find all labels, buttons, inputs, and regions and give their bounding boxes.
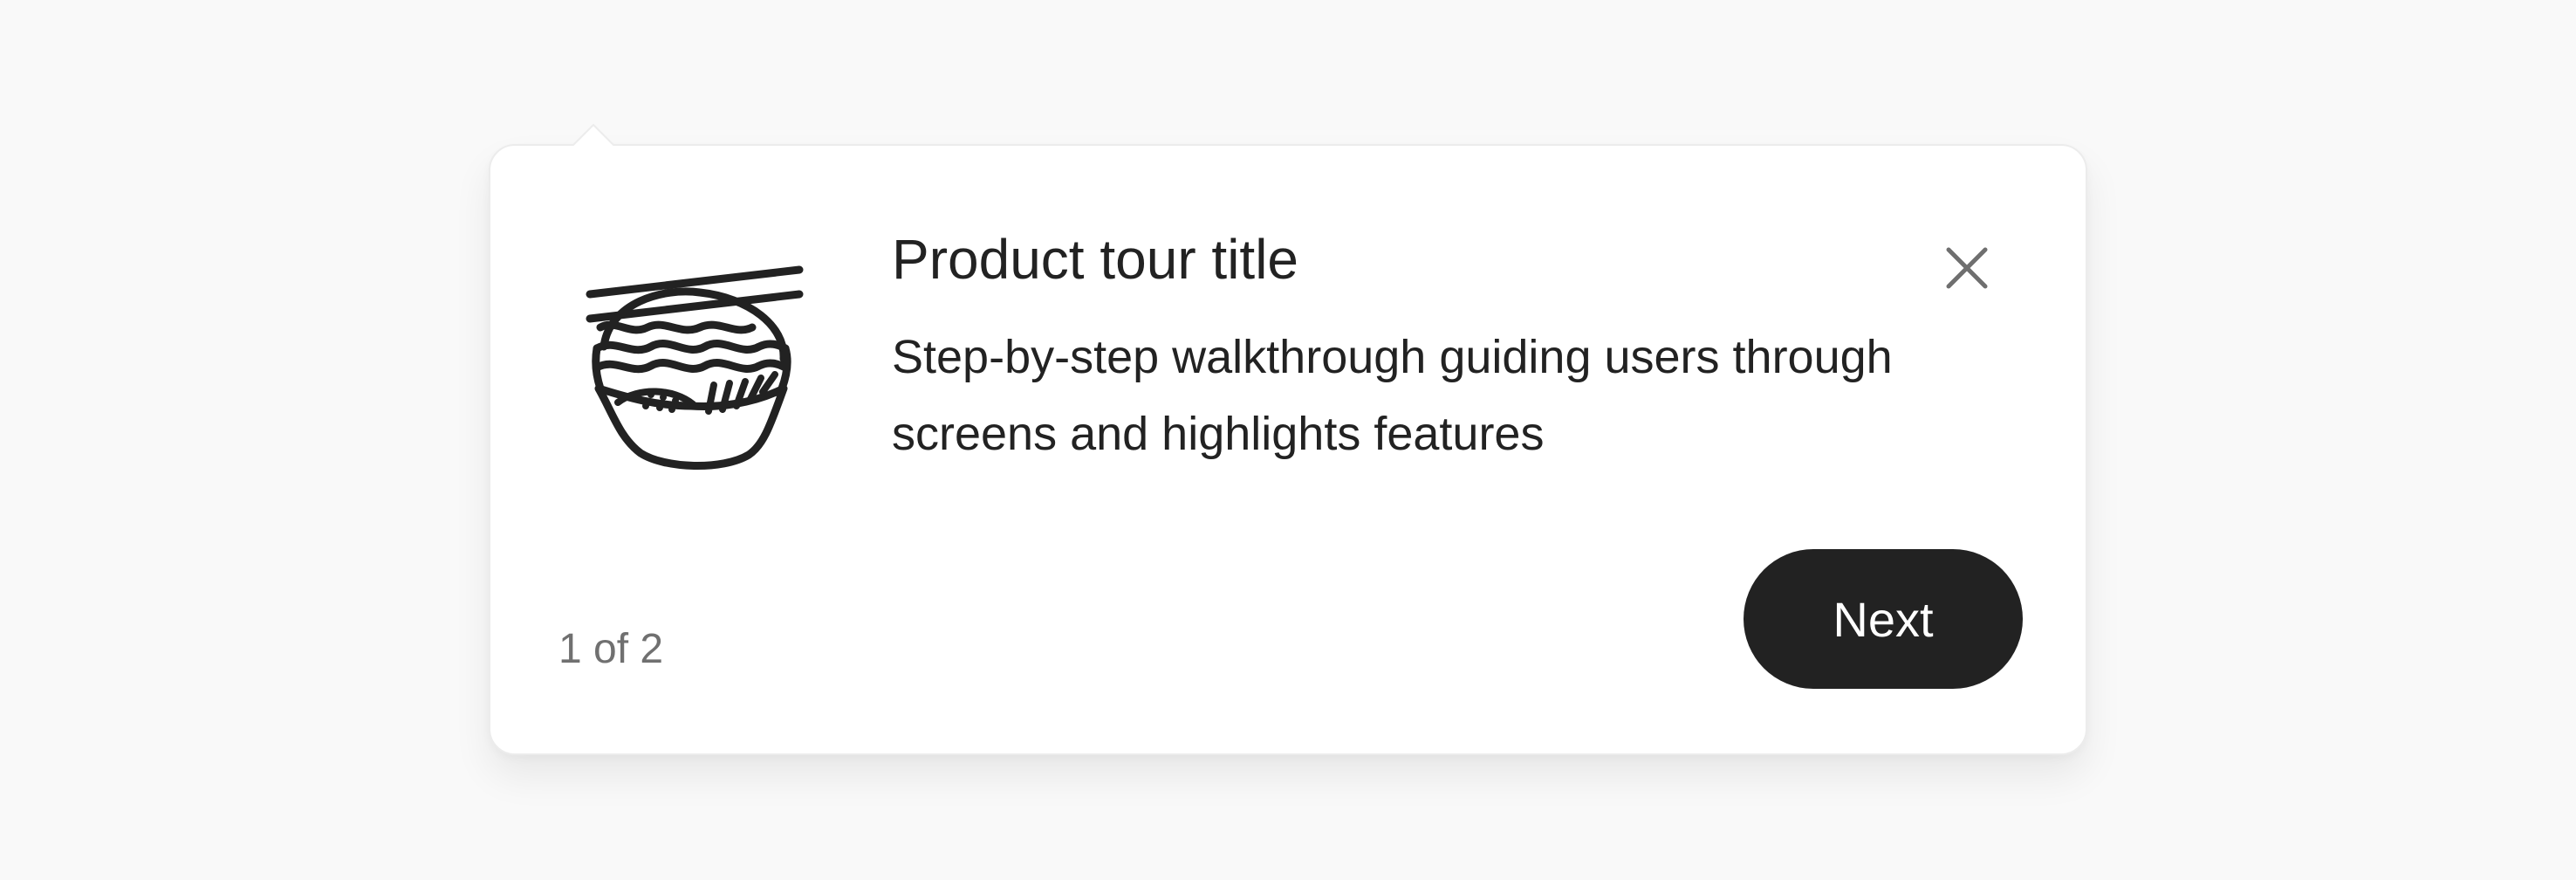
- tour-description: Step-by-step walkthrough guiding users t…: [892, 331, 1893, 460]
- tour-title: Product tour title: [892, 228, 1298, 291]
- close-button[interactable]: [1930, 231, 2004, 305]
- popover-arrow: [571, 123, 616, 167]
- product-tour-popover: Product tour title Step-by-step walkthro…: [489, 123, 2087, 755]
- close-icon: [1946, 247, 1988, 289]
- step-counter: 1 of 2: [558, 626, 664, 672]
- noodle-bowl-with-chopsticks-icon: [586, 265, 804, 470]
- next-button[interactable]: Next: [1744, 549, 2023, 689]
